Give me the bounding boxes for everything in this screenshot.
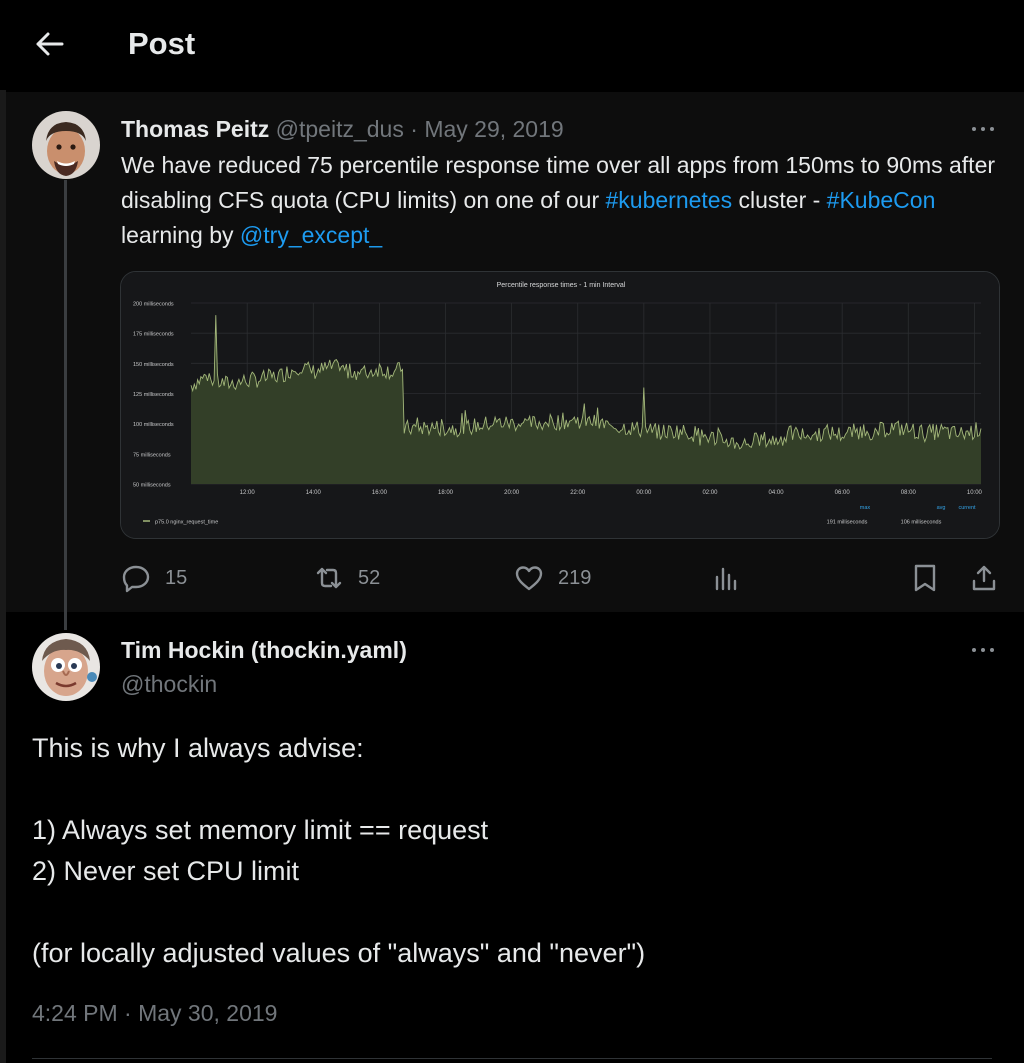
reply-icon	[122, 565, 150, 593]
y-tick-label: 150 milliseconds	[133, 362, 174, 368]
bookmark-icon	[914, 564, 936, 592]
author-name[interactable]: Tim Hockin (thockin.yaml)	[121, 637, 407, 664]
separator-dot: ·	[410, 116, 418, 142]
y-tick-label: 125 milliseconds	[133, 392, 174, 398]
share-icon	[972, 565, 996, 591]
hashtag-link[interactable]: #KubeCon	[827, 187, 936, 213]
reply-count: 15	[165, 566, 188, 589]
back-button[interactable]	[30, 24, 70, 64]
y-tick-label: 175 milliseconds	[133, 332, 174, 338]
repost-icon	[316, 567, 342, 589]
post-date[interactable]: May 29, 2019	[424, 116, 563, 142]
y-tick-label: 75 milliseconds	[133, 452, 171, 458]
author-handle[interactable]: @thockin	[121, 671, 217, 698]
avatar[interactable]	[32, 111, 100, 179]
x-tick-label: 06:00	[835, 490, 851, 496]
x-tick-label: 02:00	[702, 490, 718, 496]
legend-avg-value: 106 milliseconds	[901, 520, 942, 526]
legend-header-current: current	[958, 505, 976, 511]
post-timestamp[interactable]: 4:24 PM · May 30, 2019	[32, 1000, 277, 1027]
divider	[32, 1058, 992, 1059]
x-tick-label: 12:00	[240, 490, 256, 496]
y-tick-label: 100 milliseconds	[133, 422, 174, 428]
response-time-chart: Percentile response times - 1 min Interv…	[121, 272, 999, 538]
more-horizontal-icon	[972, 648, 976, 652]
avatar[interactable]	[32, 633, 100, 701]
author-name[interactable]: Thomas Peitz	[121, 116, 269, 142]
x-tick-label: 08:00	[901, 490, 917, 496]
x-tick-label: 22:00	[570, 490, 586, 496]
like-button[interactable]: 219	[514, 560, 591, 596]
legend-header-avg: avg	[937, 505, 946, 511]
y-tick-label: 50 milliseconds	[133, 483, 171, 489]
more-horizontal-icon	[972, 127, 976, 131]
parent-author-line: Thomas Peitz @tpeitz_dus · May 29, 2019	[121, 116, 564, 143]
bookmark-button[interactable]	[911, 560, 953, 596]
x-tick-label: 04:00	[769, 490, 785, 496]
views-button[interactable]	[713, 560, 755, 596]
heart-icon	[515, 566, 543, 591]
share-button[interactable]	[969, 560, 1013, 596]
arrow-left-icon	[36, 32, 64, 56]
action-bar: 15 52 219	[0, 560, 1024, 596]
like-count: 219	[558, 566, 592, 589]
page-header: Post	[0, 0, 1024, 90]
x-tick-label: 10:00	[967, 490, 983, 496]
x-tick-label: 00:00	[636, 490, 652, 496]
legend-max-value: 191 milliseconds	[827, 520, 868, 526]
author-handle[interactable]: @tpeitz_dus	[276, 116, 404, 142]
reply-button[interactable]: 15	[121, 560, 187, 596]
x-tick-label: 20:00	[504, 490, 520, 496]
page-title: Post	[128, 26, 196, 61]
repost-button[interactable]: 52	[314, 560, 380, 596]
views-icon	[715, 567, 737, 591]
mention-link[interactable]: @try_except_	[240, 222, 382, 248]
hashtag-link[interactable]: #kubernetes	[606, 187, 733, 213]
text-segment: cluster -	[732, 187, 827, 213]
x-tick-label: 16:00	[372, 490, 388, 496]
legend-series-name: p75.0 nginx_request_time	[155, 520, 218, 526]
repost-count: 52	[358, 566, 381, 589]
more-options-button[interactable]	[969, 119, 997, 139]
chart-image[interactable]: Percentile response times - 1 min Interv…	[120, 271, 1000, 539]
more-options-button[interactable]	[969, 640, 997, 660]
y-tick-label: 200 milliseconds	[133, 302, 174, 308]
text-segment: learning by	[121, 222, 240, 248]
post-text: This is why I always advise: 1) Always s…	[32, 733, 646, 968]
x-tick-label: 18:00	[438, 490, 454, 496]
chart-title: Percentile response times - 1 min Interv…	[497, 282, 626, 289]
parent-post-text: We have reduced 75 percentile response t…	[121, 148, 1001, 253]
x-tick-label: 14:00	[306, 490, 322, 496]
legend-header-max: max	[860, 505, 871, 511]
